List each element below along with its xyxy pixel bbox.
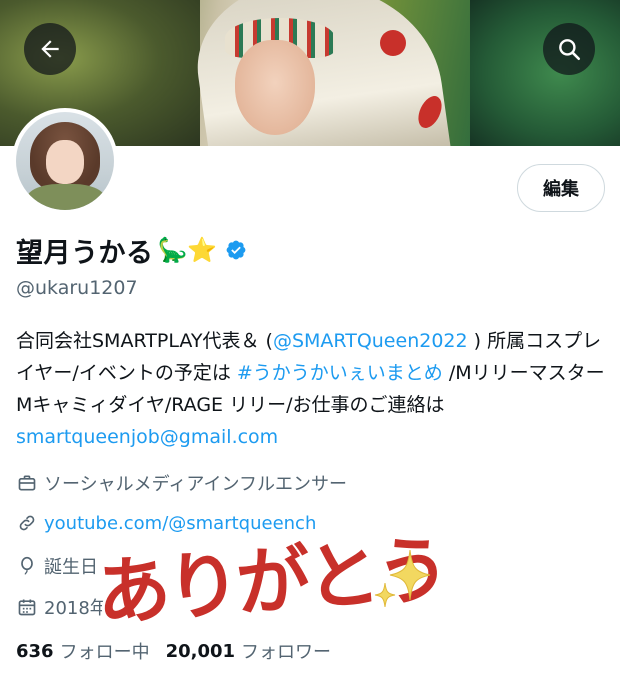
display-name: 望月うかる	[16, 237, 154, 269]
banner-ornament	[380, 30, 406, 56]
bio-hashtag-link[interactable]: #うかうかいぇいまとめ	[237, 362, 443, 384]
profile-bio: 合同会社SMARTPLAY代表＆ (@SMARTQueen2022 ) 所属コス…	[16, 325, 611, 453]
edit-profile-button[interactable]: 編集	[517, 164, 605, 212]
profile-birthday: 誕生日	[16, 553, 98, 579]
profile-category-text: ソーシャルメディアインフルエンサー	[44, 474, 347, 495]
following-label[interactable]: フォロー中	[60, 638, 150, 664]
calendar-icon	[16, 596, 38, 618]
profile-birthday-text: 誕生日	[44, 557, 98, 578]
thank-you-sticker: ありがとう	[94, 516, 449, 637]
link-icon	[16, 512, 38, 534]
banner-bg-right	[470, 0, 620, 146]
bio-text: 合同会社SMARTPLAY代表＆ (	[16, 330, 273, 352]
briefcase-icon	[16, 472, 38, 494]
banner-fabric	[187, 0, 453, 146]
banner-face	[235, 40, 315, 135]
profile-joined: 2018年	[16, 594, 108, 620]
arrow-left-icon	[41, 40, 59, 58]
following-count[interactable]: 636	[16, 641, 54, 662]
user-handle: @ukaru1207	[16, 277, 138, 299]
display-name-row: 望月うかる 🦕⭐	[16, 230, 247, 270]
followers-count[interactable]: 20,001	[166, 641, 235, 662]
name-emojis: 🦕⭐	[157, 236, 218, 264]
sparkle-icon	[374, 582, 396, 608]
profile-category: ソーシャルメディアインフルエンサー	[16, 470, 347, 496]
bio-mention-link[interactable]: @SMARTQueen2022	[273, 330, 468, 352]
verified-badge-icon[interactable]	[225, 239, 247, 261]
bio-email-link[interactable]: smartqueenjob@gmail.com	[16, 426, 278, 448]
avatar-image	[16, 112, 114, 210]
follow-stats: 636 フォロー中 20,001 フォロワー	[16, 638, 347, 664]
back-button[interactable]	[24, 23, 76, 75]
followers-label[interactable]: フォロワー	[241, 638, 331, 664]
search-icon	[559, 39, 581, 61]
avatar[interactable]	[12, 108, 118, 214]
search-button[interactable]	[543, 23, 595, 75]
balloon-icon	[16, 555, 38, 577]
